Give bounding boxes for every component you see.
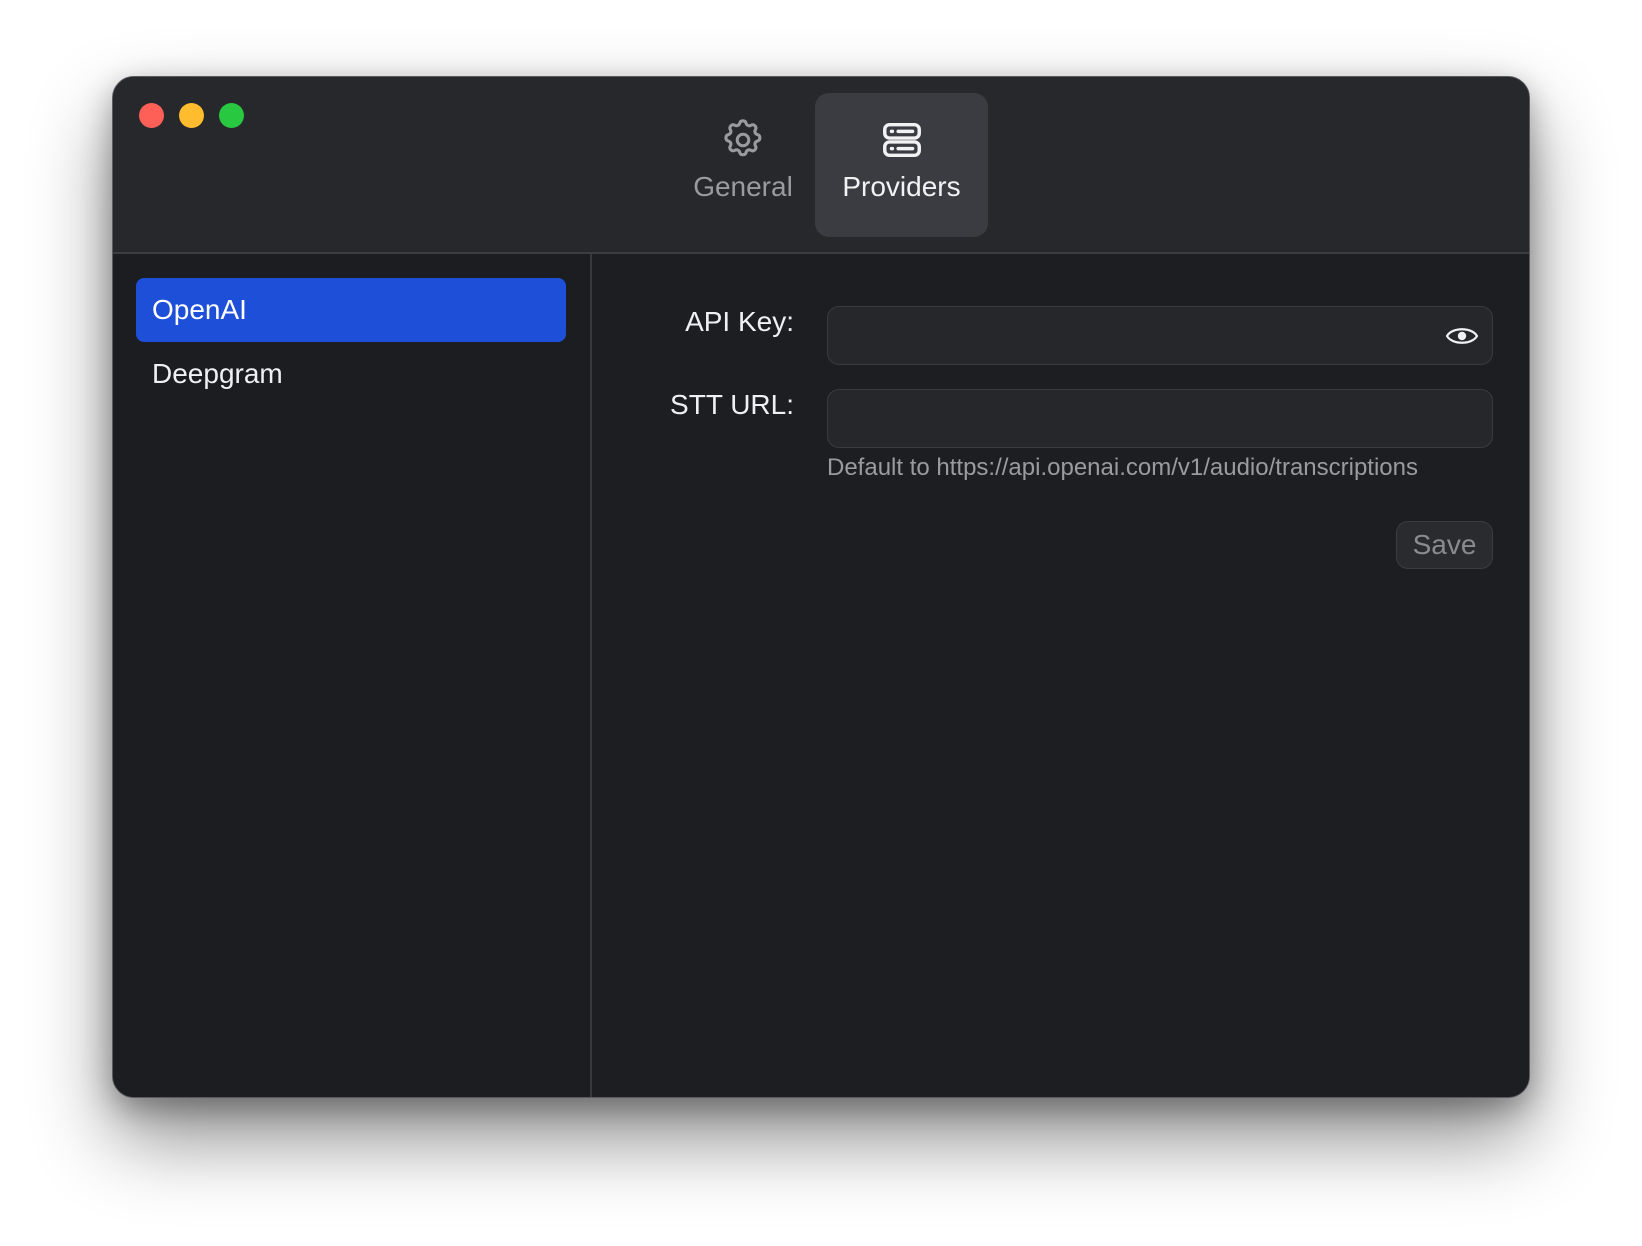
stt-url-hint: Default to https://api.openai.com/v1/aud… bbox=[827, 454, 1418, 481]
save-button[interactable]: Save bbox=[1396, 521, 1493, 569]
tab-general-label: General bbox=[693, 171, 793, 202]
minimize-window-button[interactable] bbox=[179, 103, 204, 128]
settings-window: General Providers OpenAI Deepgram API Ke… bbox=[112, 76, 1530, 1098]
provider-settings-panel: API Key: STT URL: Default to https://api… bbox=[594, 254, 1529, 1097]
provider-sidebar: OpenAI Deepgram bbox=[113, 254, 592, 1097]
close-window-button[interactable] bbox=[139, 103, 164, 128]
stt-url-input[interactable] bbox=[827, 389, 1493, 448]
toolbar: General Providers bbox=[113, 77, 1529, 254]
api-key-label: API Key: bbox=[685, 306, 794, 337]
tab-providers[interactable]: Providers bbox=[815, 93, 988, 237]
server-icon bbox=[882, 122, 921, 158]
gear-icon bbox=[724, 119, 762, 157]
sidebar-item-deepgram[interactable]: Deepgram bbox=[136, 342, 566, 406]
api-key-input[interactable] bbox=[827, 306, 1493, 365]
stt-url-label: STT URL: bbox=[670, 389, 794, 420]
eye-icon bbox=[1445, 328, 1479, 344]
show-key-button[interactable] bbox=[1445, 323, 1479, 349]
tab-providers-label: Providers bbox=[842, 171, 961, 202]
zoom-window-button[interactable] bbox=[219, 103, 244, 128]
sidebar-item-label: Deepgram bbox=[152, 358, 283, 389]
sidebar-item-openai[interactable]: OpenAI bbox=[136, 278, 566, 342]
sidebar-item-label: OpenAI bbox=[152, 294, 247, 325]
tab-general[interactable]: General bbox=[668, 93, 818, 237]
